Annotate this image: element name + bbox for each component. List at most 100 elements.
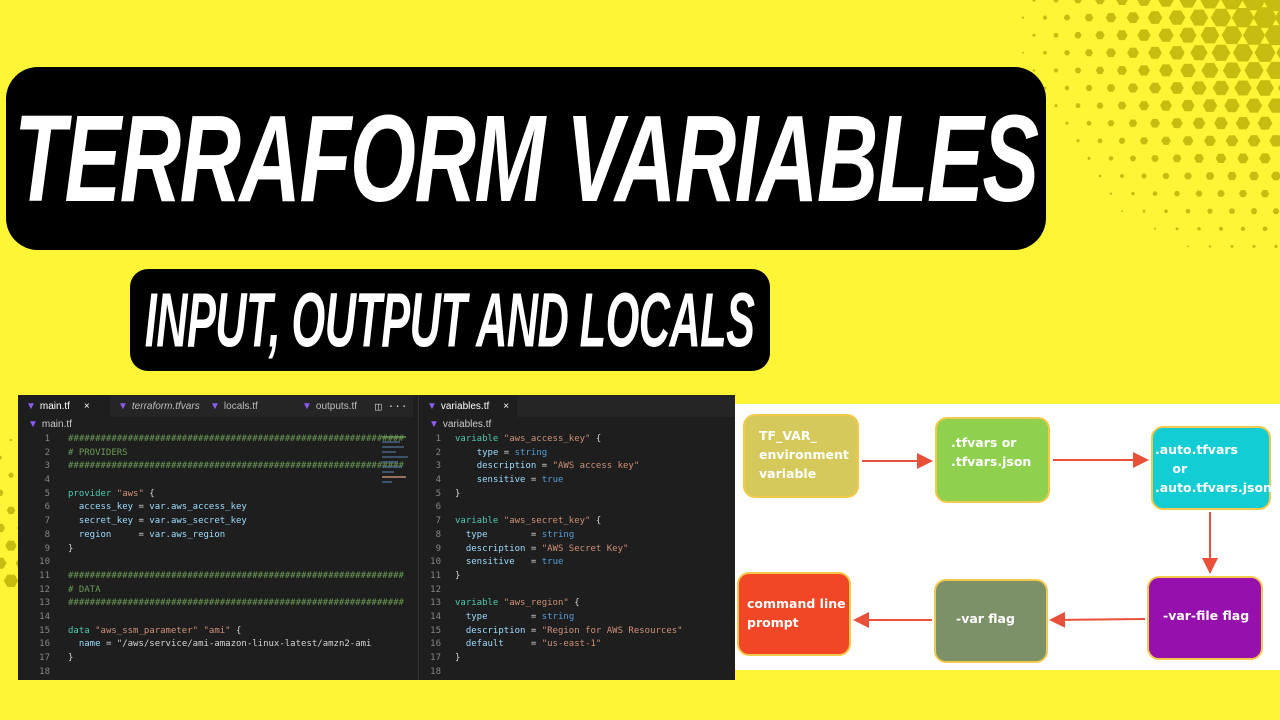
tab-label: variables.tf — [440, 400, 490, 412]
code-text: ########################################… — [68, 598, 404, 609]
hexagon — [1064, 50, 1070, 56]
hexagon — [1240, 226, 1246, 231]
hexagon — [1217, 190, 1225, 197]
more-actions-icon[interactable]: ··· — [388, 400, 408, 413]
hexagon — [1185, 209, 1191, 214]
line-number: 3 — [44, 461, 50, 472]
code-text: } — [68, 543, 74, 554]
hexagon — [0, 489, 4, 496]
hexagon — [1169, 46, 1185, 60]
hexagon — [6, 506, 16, 515]
hexagon — [1021, 16, 1025, 19]
node-label: -var flag — [956, 611, 1015, 626]
hexagon — [1161, 136, 1171, 145]
hexagon — [1247, 135, 1261, 147]
hexagon — [1153, 227, 1157, 230]
editor-tab[interactable]: ▼ locals.tf — [202, 395, 294, 417]
editor-pane-right: ▼ variables.tf × ▼ variables.tf 1 variable … — [418, 395, 735, 680]
code-text: ########################################… — [68, 570, 404, 581]
code-text: variable "aws_secret_key" { — [455, 516, 602, 527]
hexagon — [1105, 13, 1117, 23]
editor-tab[interactable]: ▼ terraform.tfvars — [110, 395, 202, 417]
hexagon — [1085, 85, 1093, 91]
subtitle: INPUT, OUTPUT AND LOCALS — [145, 277, 755, 363]
terraform-icon: ▼ — [210, 400, 220, 412]
code-line: 5 provider "aws" { — [18, 488, 413, 502]
hexagon — [1096, 102, 1104, 109]
code-line: 1 #######################################… — [18, 433, 413, 447]
line-number: 4 — [435, 475, 441, 486]
line-number: 17 — [430, 653, 441, 663]
hexagon — [1222, 62, 1242, 79]
line-number: 1 — [44, 434, 50, 444]
terraform-icon: ▼ — [118, 400, 128, 412]
hexagon — [1211, 44, 1231, 61]
breadcrumb-file[interactable]: main.tf — [42, 419, 72, 430]
node-label: .tfvars or .tfvars.json — [951, 435, 1032, 469]
hexagon — [1252, 244, 1256, 248]
hexagon — [1147, 11, 1163, 24]
code-line: 5} — [419, 488, 735, 502]
hexagon — [1085, 49, 1093, 57]
hexagon — [1162, 173, 1170, 179]
terraform-icon: ▼ — [302, 400, 312, 412]
hexagon — [1128, 119, 1138, 127]
code-line: 2 type = string — [419, 447, 735, 461]
node-label: -var-file flag — [1163, 608, 1250, 623]
hexagon — [1190, 45, 1208, 61]
hexagon — [1227, 171, 1237, 181]
node-command-line-prompt: command line prompt — [737, 572, 851, 656]
node-tf-var-env: TF_VAR_ environment variable — [743, 414, 859, 498]
hexagon — [1074, 67, 1082, 74]
code-text: } — [455, 488, 461, 499]
editor-actions: ◫ ··· — [375, 395, 414, 417]
hexagon — [1276, 46, 1280, 60]
hexagon — [1108, 156, 1114, 161]
hexagon — [1250, 208, 1258, 215]
code-line: 18 — [419, 666, 735, 680]
hexagon — [1212, 80, 1230, 96]
close-tab-icon[interactable]: × — [84, 401, 90, 412]
code-line: 16 name = "/aws/service/ami-amazon-linux… — [18, 638, 413, 652]
hexagon — [1152, 191, 1158, 196]
hexagon — [1032, 33, 1036, 37]
close-tab-icon[interactable]: × — [503, 401, 509, 412]
hexagon — [1116, 0, 1128, 5]
hexagon — [1095, 31, 1105, 40]
hexagon — [1095, 0, 1105, 5]
minimap[interactable] — [380, 433, 412, 553]
hexagon — [1180, 63, 1196, 78]
hexagon — [1245, 98, 1263, 113]
hexagon — [1098, 174, 1102, 178]
code-line: 4 sensitive = true — [419, 474, 735, 488]
editor-tab[interactable]: ▼ variables.tf × — [419, 395, 518, 417]
hexagon — [1074, 32, 1082, 39]
hexagon — [1195, 190, 1203, 197]
hexagon — [1200, 27, 1220, 44]
line-number: 2 — [435, 447, 441, 458]
hexagon — [1095, 66, 1105, 75]
subtitle-banner: INPUT, OUTPUT AND LOCALS — [130, 269, 770, 371]
hexagon — [1032, 0, 1036, 2]
hexagon — [1075, 103, 1081, 108]
hexagon — [1065, 121, 1069, 125]
hexagon — [1139, 137, 1149, 145]
hexagon — [1032, 69, 1036, 72]
code-text: type = string — [476, 447, 548, 458]
split-editor-icon[interactable]: ◫ — [375, 400, 382, 413]
code-text: description = "AWS access key" — [476, 461, 640, 472]
line-number: 7 — [44, 516, 50, 527]
hexagon — [1127, 47, 1139, 58]
code-right: 1 variable "aws_access_key" {2 type = str… — [419, 433, 735, 679]
editor-tab[interactable]: ▼ main.tf × — [18, 395, 110, 417]
main-title: TERRAFORM VARIABLES — [14, 89, 1039, 228]
breadcrumb-file[interactable]: variables.tf — [443, 419, 491, 430]
code-text: secret_key = var.aws_secret_key — [78, 516, 247, 527]
terraform-icon: ▼ — [429, 419, 439, 430]
hexagon — [1148, 46, 1162, 59]
editor-tab[interactable]: ▼ outputs.tf — [294, 395, 386, 417]
code-text: } — [455, 570, 461, 581]
hexagon — [1184, 172, 1192, 180]
breadcrumb-left: ▼ main.tf — [28, 419, 72, 430]
hexagon — [1244, 62, 1264, 79]
